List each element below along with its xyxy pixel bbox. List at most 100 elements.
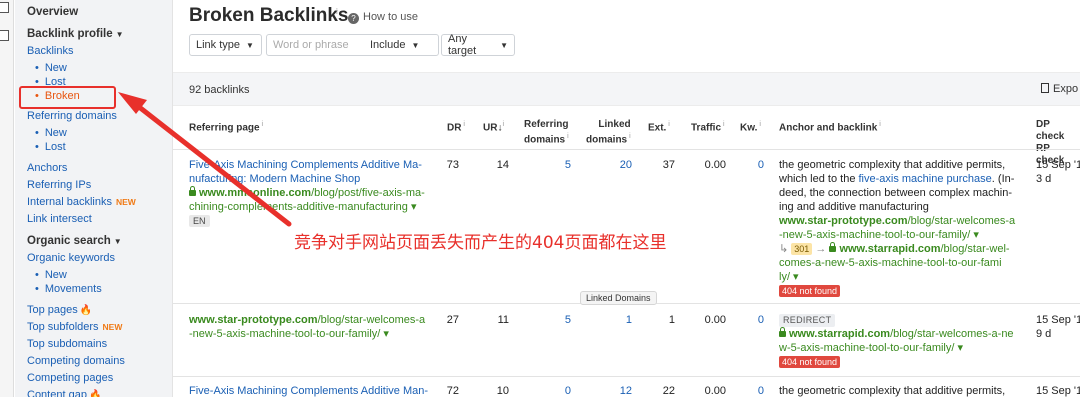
word-filter[interactable]: Word or phrase Include ▼ [266,34,439,56]
sidebar-item-rd-lost[interactable]: Lost [35,141,66,153]
col-referring-page[interactable]: Referring page i [189,119,263,134]
linked-domains-value[interactable]: 20 [608,158,632,172]
anchor-text: . (In- [991,173,1015,185]
url-path: -new-5-axis-machine-tool-to-our-family/ [189,328,381,340]
sidebar-section-backlink-profile[interactable]: Backlink profile ▼ [27,28,124,40]
ext-value: 37 [662,159,675,171]
col-ext[interactable]: Ext. i [648,119,670,134]
col-linked-domains[interactable]: Linked domains i [586,119,631,146]
anchor-text: which led to the [779,173,859,185]
new-badge: NEW [102,322,123,332]
url-domain: www.star-prototype.com [779,215,908,227]
new-badge: NEW [116,197,136,207]
info-icon: i [757,121,761,128]
lock-icon [189,186,196,196]
sidebar-item-overview[interactable]: Overview [27,6,78,18]
info-icon: i [721,121,725,128]
col-dr[interactable]: DR i [447,119,465,134]
page-url[interactable]: www.star-prototype.com/blog/star-welcome… [189,313,439,327]
kw-value[interactable]: 0 [743,158,764,172]
backlink-url-cont[interactable]: w-5-axis-machine-tool-to-our-family/ ▾ [779,341,1029,355]
include-select[interactable]: Include [370,39,405,51]
status-badge: 404 not found [779,285,841,297]
page-title-link[interactable]: Five-Axis Machining Complements Additive… [189,384,439,397]
sidebar-item-competing-domains[interactable]: Competing domains [27,355,125,367]
word-phrase-input[interactable]: Word or phrase [273,39,370,51]
link-type-label: Link type [196,39,241,51]
page-url-cont[interactable]: chining-complements-additive-manufacturi… [189,200,439,214]
sidebar-item-organic-keywords[interactable]: Organic keywords [27,252,115,264]
url-path: chining-complements-additive-manufacturi… [189,201,408,213]
backlink-url[interactable]: www.star-prototype.com/blog/star-welcome… [779,214,1029,228]
col-anchor-backlink[interactable]: Anchor and backlink i [779,119,881,134]
export-button[interactable]: Expo [1041,83,1078,95]
how-to-use-link[interactable]: ? How to use [348,11,418,24]
target-dropdown[interactable]: Any target ▼ [441,33,515,57]
export-label: Expo [1053,83,1079,95]
dr-value: 27 [446,314,459,326]
ref-domains-value[interactable]: 5 [547,313,571,327]
sidebar-section-organic-search[interactable]: Organic search ▼ [27,235,122,247]
sidebar-item-top-subdomains[interactable]: Top subdomains [27,338,107,350]
ref-domains-value[interactable]: 0 [547,384,571,397]
col-label: Anchor and backlink [779,122,878,134]
dr-value: 73 [446,159,459,171]
sidebar-section-label: Backlink profile [27,28,113,40]
info-icon: i [565,133,569,140]
sidebar-item-backlinks[interactable]: Backlinks [27,45,73,57]
chevron-down-icon: ▼ [115,30,124,39]
chevron-down-icon: ▼ [500,40,508,50]
backlink-url[interactable]: www.starrapid.com/blog/star-welcomes-a-n… [779,327,1029,341]
anchor-link[interactable]: five-axis machine purchase [859,173,992,185]
sidebar-item-ok-movements[interactable]: Movements [35,283,102,295]
tooltip: Linked Domains [580,291,657,305]
ref-domains-value[interactable]: 5 [547,158,571,172]
kw-value[interactable]: 0 [743,384,764,397]
sidebar-item-anchors[interactable]: Anchors [27,162,67,174]
dp-check-date: 15 Sep '1 [1036,314,1080,326]
link-type-dropdown[interactable]: Link type ▼ [189,34,262,56]
sidebar-item-ok-new[interactable]: New [35,269,67,281]
page-url[interactable]: www.mmsonline.com/blog/post/five-axis-ma… [189,186,439,200]
redirect-chain[interactable]: ↳ 301 → www.starrapid.com/blog/star-wel- [779,242,1029,256]
sidebar-item-rd-new[interactable]: New [35,127,67,139]
sidebar-item-top-subfolders[interactable]: Top subfolders NEW [27,321,122,333]
sidebar-item-top-pages[interactable]: Top pages 🔥 [27,304,92,316]
sidebar-item-backlinks-new[interactable]: New [35,62,67,74]
sidebar-item-competing-pages[interactable]: Competing pages [27,372,113,384]
redirect-badge: REDIRECT [779,314,836,327]
col-traffic[interactable]: Traffic i [691,119,725,134]
lock-icon [829,242,837,252]
backlink-url-cont[interactable]: -new-5-axis-machine-tool-to-our-family/ … [779,228,1029,242]
redirect-url-cont[interactable]: comes-a-new-5-axis-machine-tool-to-our-f… [779,256,1029,270]
linked-domains-value[interactable]: 1 [608,313,632,327]
linked-domains-value[interactable]: 12 [608,384,632,397]
divider [173,149,1080,150]
page-url-cont[interactable]: -new-5-axis-machine-tool-to-our-family/ … [189,327,439,341]
sidebar-item-referring-domains[interactable]: Referring domains [27,110,117,122]
sidebar-item-link-intersect[interactable]: Link intersect [27,213,92,225]
kw-value[interactable]: 0 [743,313,764,327]
redirect-url-cont[interactable]: ly/ ▾ [779,270,1029,284]
sidebar-item-referring-ips[interactable]: Referring IPs [27,179,91,191]
how-to-use-label: How to use [363,11,419,23]
ur-value: 10 [496,385,509,397]
page-title-link[interactable]: nufacturing: Modern Machine Shop [189,172,439,186]
col-label: Referring [524,119,569,130]
ur-value: 14 [496,159,509,171]
page-title-link[interactable]: Five-Axis Machining Complements Additive… [189,158,439,172]
sidebar-item-label: Top subfolders [27,321,99,333]
col-ur[interactable]: UR↓i [483,119,504,134]
chevron-down-icon: ▼ [411,40,420,50]
col-label: DP check [1036,119,1065,142]
info-icon: i [877,121,881,128]
info-icon[interactable]: i [336,7,338,16]
chevron-down-icon: ▾ [790,271,799,283]
col-label: domains [524,134,566,146]
sidebar-item-content-gap[interactable]: Content gap 🔥 [27,389,101,397]
dr-value: 72 [446,385,459,397]
sidebar-item-internal-backlinks[interactable]: Internal backlinks NEW [27,196,136,208]
col-referring-domains[interactable]: Referring domains i [524,119,569,146]
col-kw[interactable]: Kw. i [740,119,761,134]
url-path: /blog/star-welcomes-a [907,215,1016,227]
